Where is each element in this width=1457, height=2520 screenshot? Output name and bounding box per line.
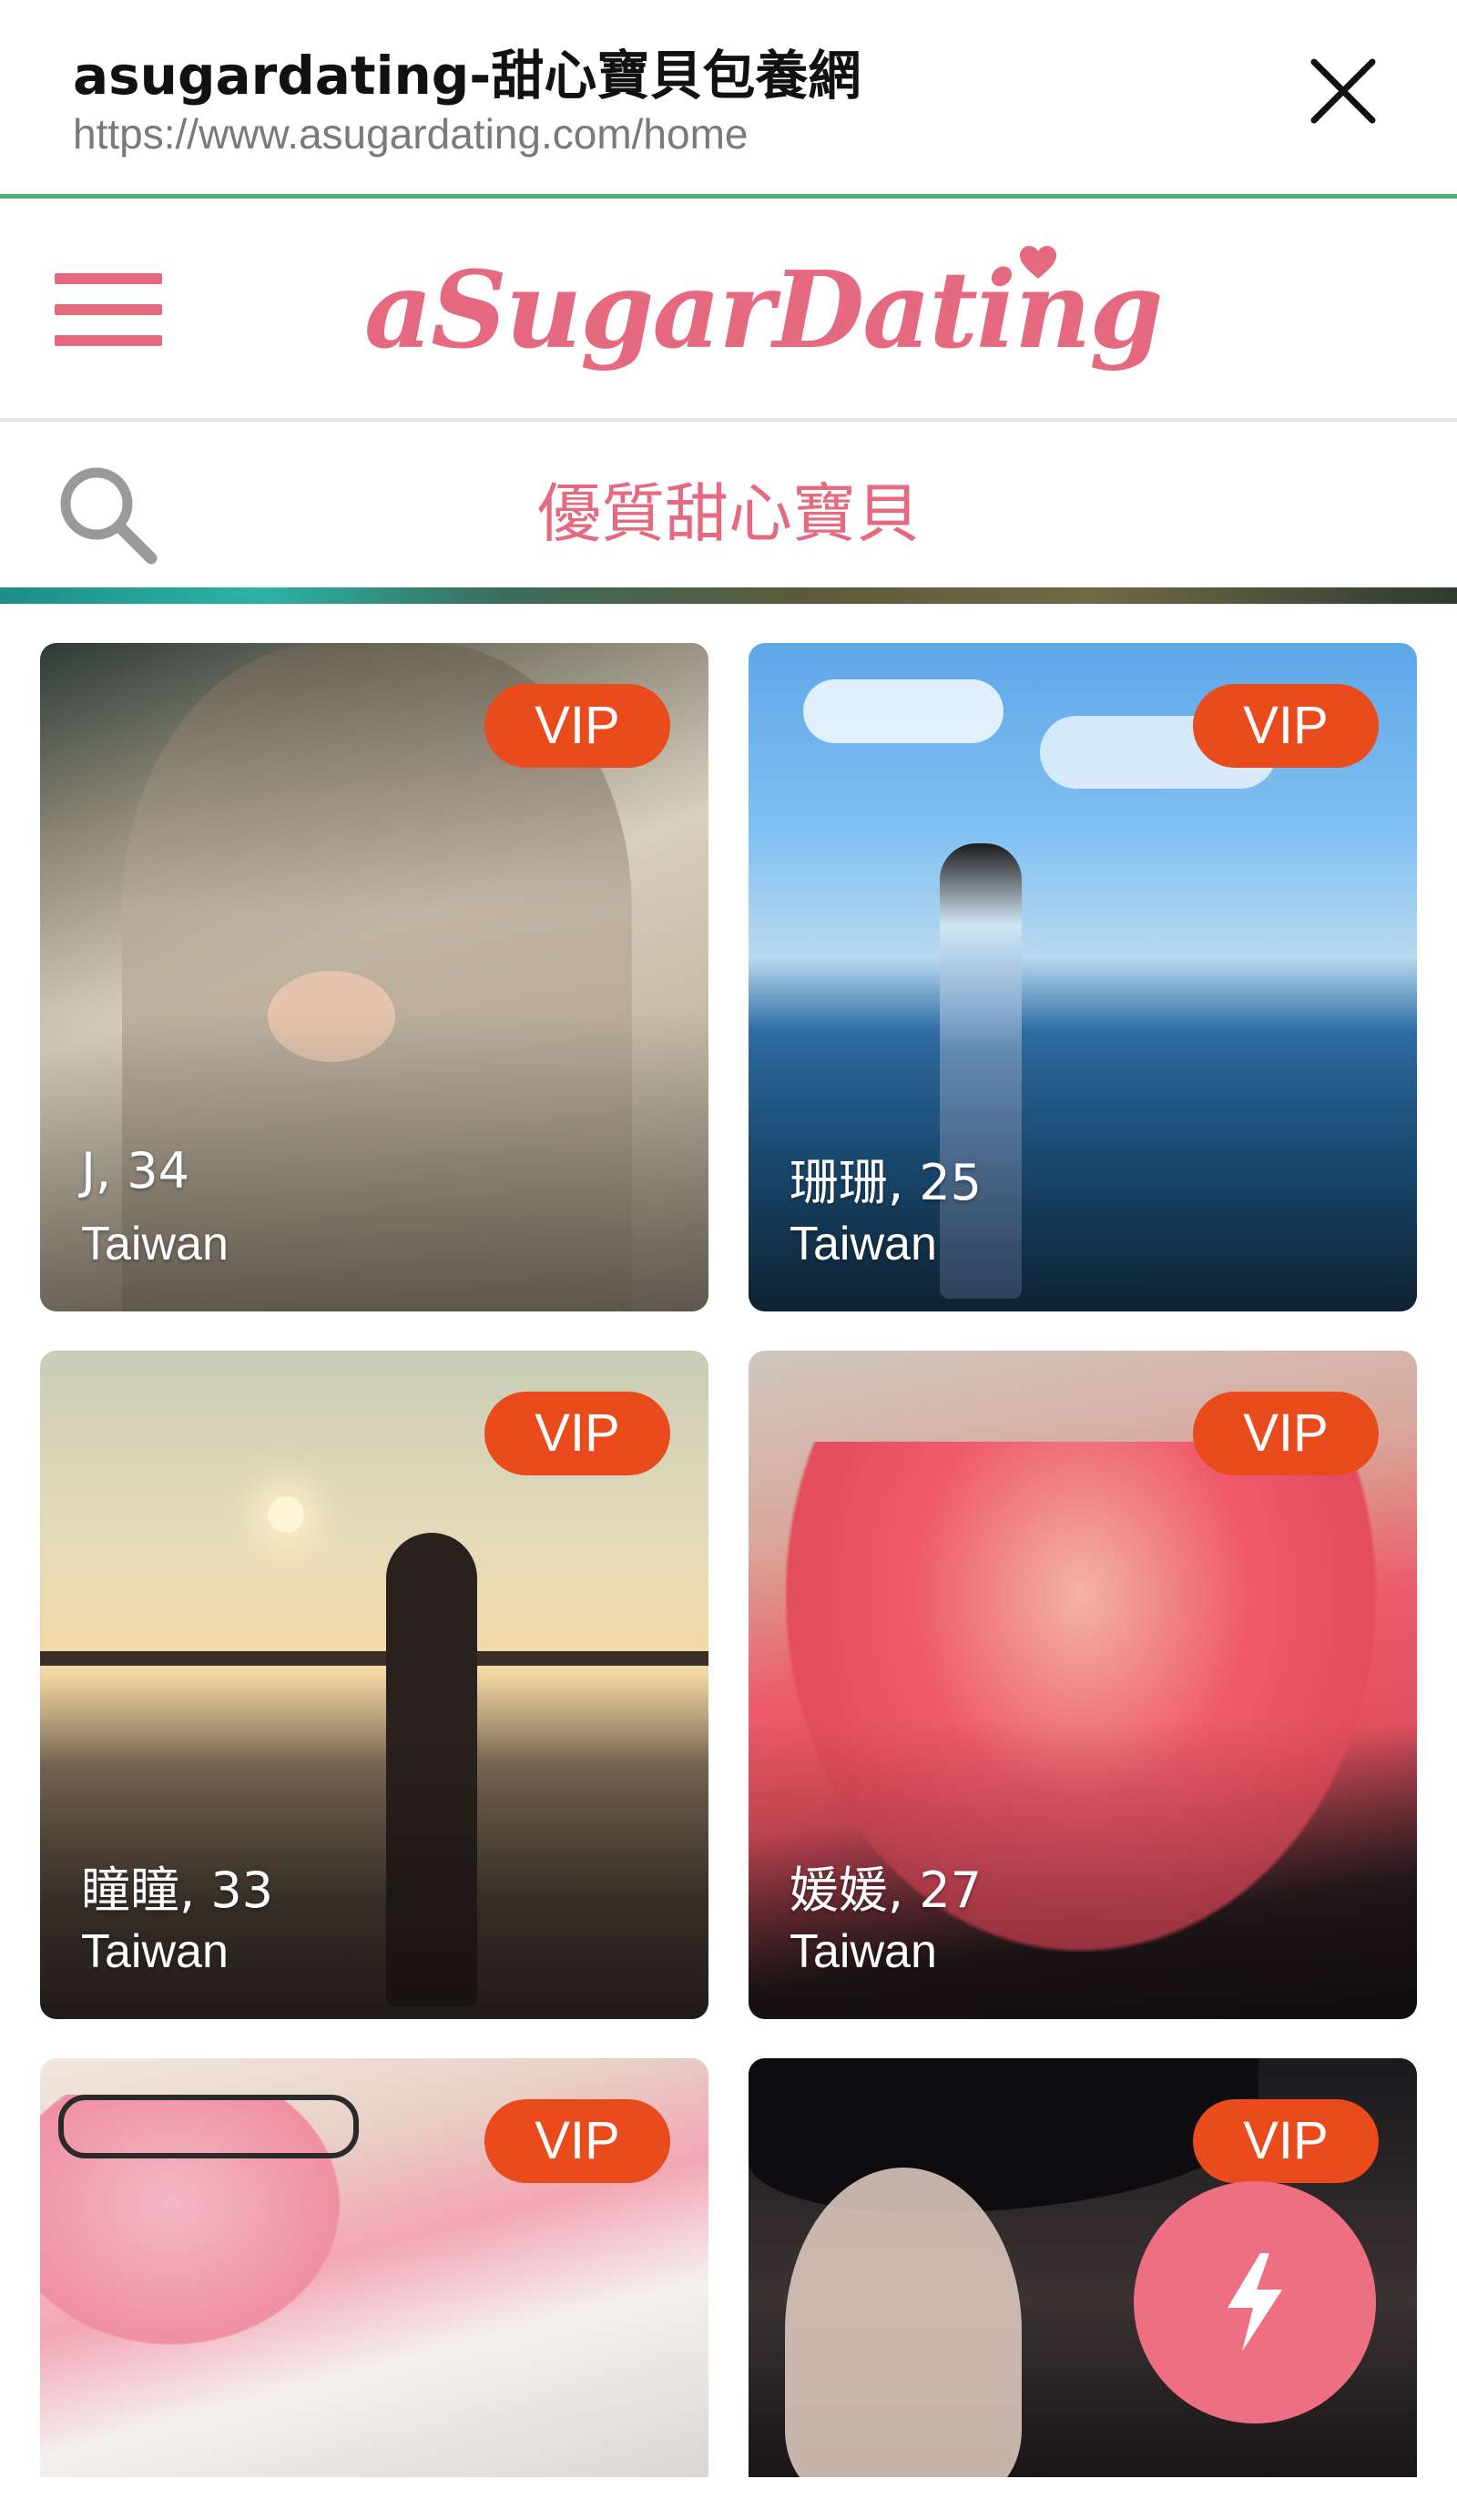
bottom-edge [0,2477,1457,2520]
profile-location: Taiwan [81,1218,229,1270]
profile-card[interactable]: VIP 瞳瞳, 33 Taiwan [40,1351,708,2019]
profile-card[interactable]: VIP 珊珊, 25 Taiwan [749,643,1417,1311]
vip-badge: VIP [484,1392,670,1475]
vip-badge: VIP [1193,2099,1379,2183]
profile-name-age: 珊珊, 25 [790,1154,983,1211]
profile-card[interactable]: VIP [40,2058,708,2495]
lightning-bolt-icon [1228,2253,1282,2352]
profile-location: Taiwan [790,1925,937,1978]
section-title: 優質甜心寶貝 [537,476,920,551]
profile-location: Taiwan [790,1218,937,1270]
close-button[interactable] [1307,55,1380,128]
vip-badge: VIP [1193,684,1379,768]
profile-location: Taiwan [81,1925,229,1978]
banner-strip [0,587,1457,604]
hamburger-menu-icon[interactable] [55,273,162,346]
close-icon [1310,58,1376,124]
app-header: aSugarDating [0,199,1457,422]
quick-match-button[interactable] [1134,2181,1376,2423]
profile-card[interactable]: VIP 媛媛, 27 Taiwan [749,1351,1417,2019]
vip-badge: VIP [1193,1392,1379,1475]
brand-logo[interactable]: aSugarDating [364,242,1164,379]
browser-title-bar: asugardating-甜心寶貝包養網 https://www.asugard… [0,0,1457,199]
section-bar: 優質甜心寶貝 [0,422,1457,587]
profile-card[interactable]: VIP J, 34 Taiwan [40,643,708,1311]
profile-name-age: 媛媛, 27 [790,1862,983,1919]
heart-icon [1020,246,1056,279]
search-icon[interactable] [53,460,162,569]
page-title: asugardating-甜心寶貝包養網 [73,45,861,107]
vip-badge: VIP [484,2099,670,2183]
profile-name-age: J, 34 [81,1142,189,1199]
profile-name-age: 瞳瞳, 33 [81,1862,274,1919]
vip-badge: VIP [484,684,670,768]
page-url: https://www.asugardating.com/home [73,110,749,158]
